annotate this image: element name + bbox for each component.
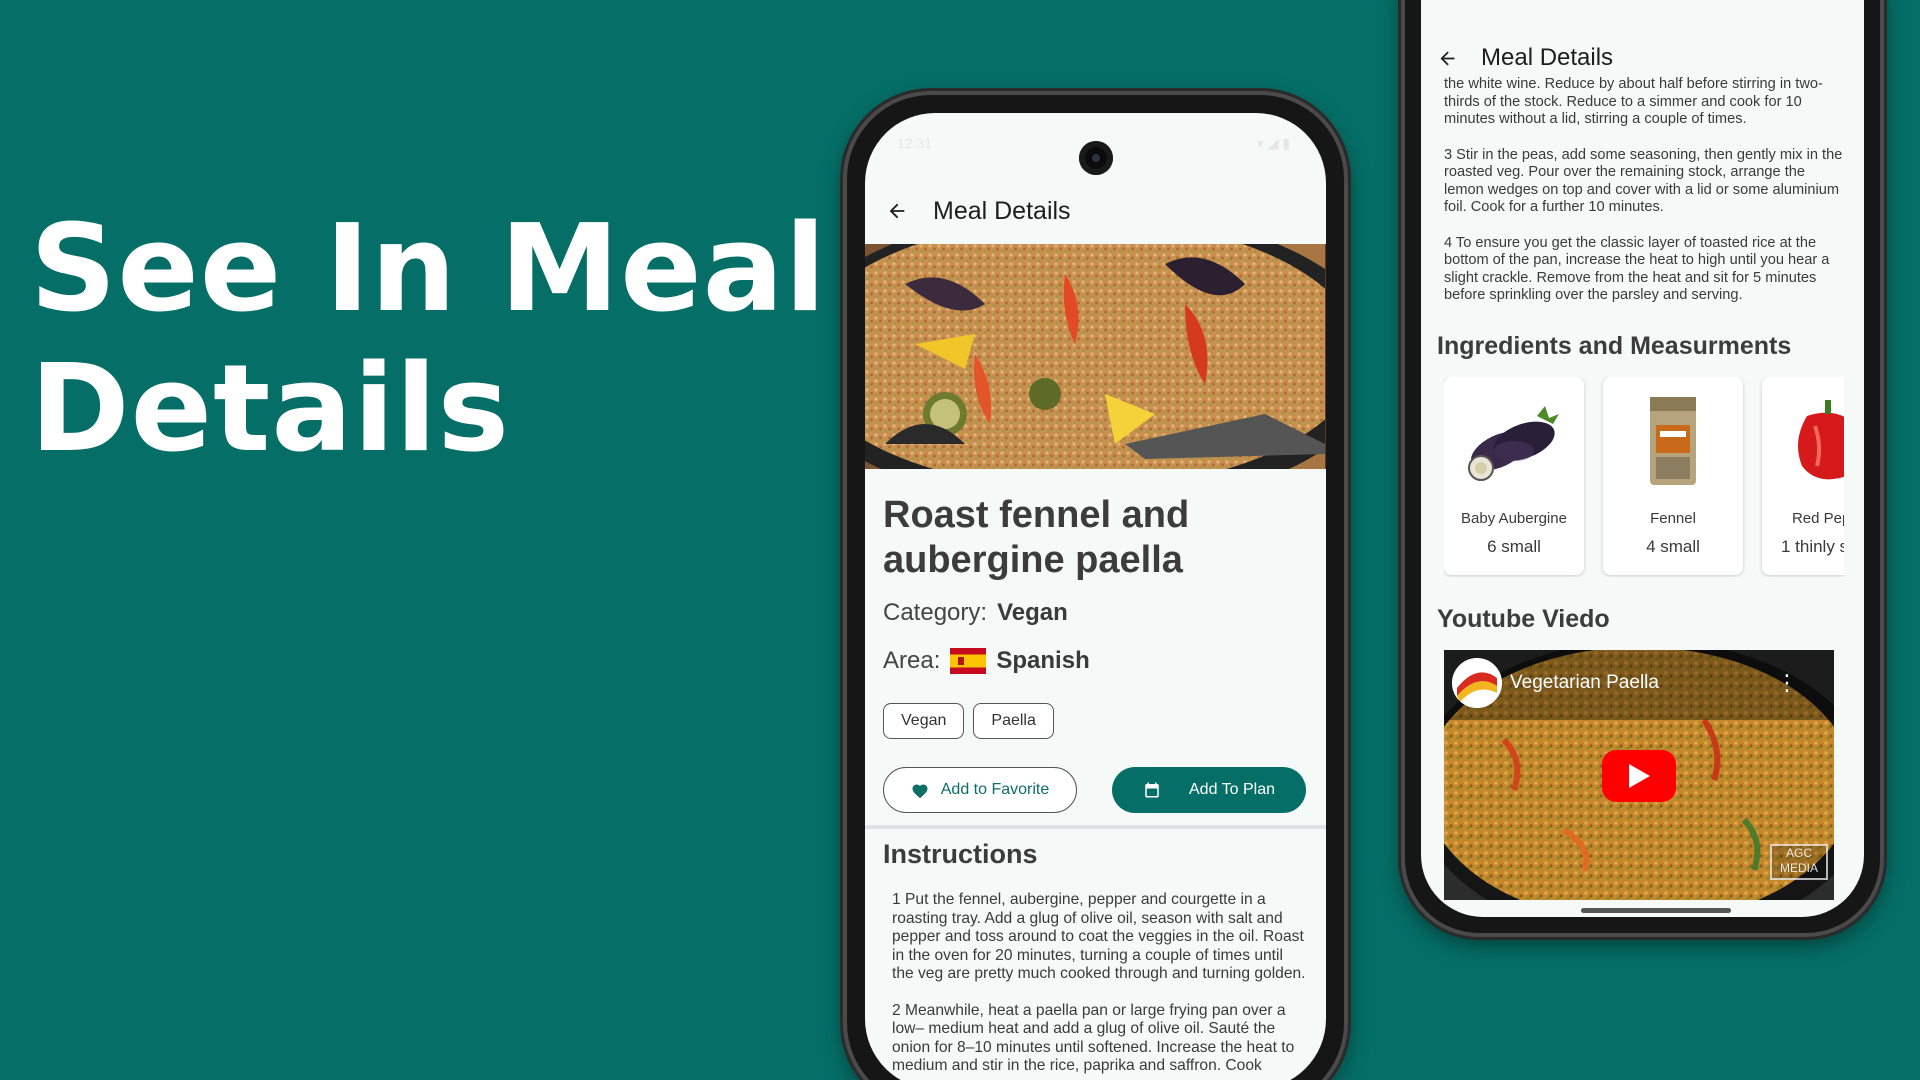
red-pepper-icon	[1762, 391, 1844, 491]
ingredients-heading: Ingredients and Measurments	[1437, 332, 1792, 360]
spain-flag-icon	[950, 648, 987, 674]
tag-chips: Vegan Paella	[883, 703, 1054, 739]
instructions-text: the white wine. Reduce by about half bef…	[1444, 76, 1844, 323]
add-to-favorite-label: Add to Favorite	[940, 781, 1050, 798]
instructions-text: 1 Put the fennel, aubergine, pepper and …	[892, 891, 1307, 1080]
page-title: Meal Details	[1481, 44, 1614, 71]
ingredient-measure: 1 thinly sliced	[1780, 537, 1844, 556]
fennel-seed-bag-icon	[1603, 391, 1743, 491]
home-indicator[interactable]	[1581, 908, 1731, 913]
category-value: Vegan	[997, 599, 1068, 626]
calendar-icon	[1143, 781, 1161, 799]
ingredient-name: Baby Aubergine	[1461, 510, 1567, 527]
area-label: Area:	[883, 647, 941, 674]
youtube-video-player[interactable]: Vegetarian Paella ⋮ AGC MEDIA	[1444, 650, 1834, 900]
video-heading: Youtube Viedo	[1437, 605, 1610, 633]
area-row: Area: Spanish	[883, 647, 1090, 675]
add-to-plan-label: Add To Plan	[1189, 781, 1275, 798]
headline-line-2: Details	[30, 340, 511, 479]
video-title: Vegetarian Paella	[1510, 672, 1659, 693]
ingredient-card[interactable]: Fennel 4 small	[1603, 377, 1743, 575]
instructions-heading: Instructions	[883, 839, 1038, 869]
arrow-back-icon[interactable]	[877, 191, 917, 231]
top-app-bar: Meal Details	[865, 183, 1326, 239]
ingredient-card[interactable]: Baby Aubergine 6 small	[1444, 377, 1584, 575]
instruction-step: 1 Put the fennel, aubergine, pepper and …	[892, 891, 1306, 982]
ingredient-measure: 4 small	[1646, 537, 1700, 556]
promo-headline: See In Meal Details	[30, 200, 830, 480]
category-row: Category: Vegan	[883, 599, 1068, 627]
area-value: Spanish	[996, 647, 1090, 674]
headline-line-1: See In Meal	[30, 200, 827, 339]
meal-image	[865, 244, 1326, 469]
aubergine-icon	[1444, 391, 1584, 491]
ingredient-name: Fennel	[1650, 510, 1696, 527]
phone-left-screen: 12:31 ▾ ◢ ▮ Meal Details Roast fennel an…	[865, 113, 1326, 1080]
status-time: 12:31	[897, 135, 933, 151]
instruction-step: 4 To ensure you get the classic layer of…	[1444, 234, 1830, 304]
play-icon[interactable]	[1602, 750, 1676, 802]
add-to-plan-button[interactable]: Add To Plan	[1112, 767, 1306, 813]
tag-chip[interactable]: Paella	[973, 703, 1054, 739]
ingredient-name: Red Pepper	[1791, 510, 1844, 527]
add-to-favorite-button[interactable]: Add to Favorite	[883, 767, 1077, 813]
phone-right-screen: Meal Details the white wine. Reduce by a…	[1421, 0, 1864, 917]
ingredient-measure: 6 small	[1487, 537, 1541, 556]
category-label: Category:	[883, 599, 988, 626]
ingredient-card[interactable]: Red Pepper 1 thinly sliced	[1762, 377, 1844, 575]
tag-chip[interactable]: Vegan	[883, 703, 965, 739]
page-title: Meal Details	[933, 196, 1071, 225]
front-camera	[1079, 141, 1113, 175]
status-icons: ▾ ◢ ▮	[1256, 135, 1290, 151]
arrow-back-icon[interactable]	[1427, 38, 1467, 78]
phone-right: Meal Details the white wine. Reduce by a…	[1401, 0, 1884, 937]
video-watermark: AGC MEDIA	[1770, 844, 1828, 880]
phone-left: 12:31 ▾ ◢ ▮ Meal Details Roast fennel an…	[843, 91, 1348, 1080]
more-vert-icon[interactable]: ⋮	[1776, 670, 1798, 696]
heart-icon	[911, 782, 929, 799]
meal-title: Roast fennel and aubergine paella	[883, 494, 1190, 581]
section-divider	[865, 825, 1326, 829]
instruction-step: the white wine. Reduce by about half bef…	[1444, 76, 1823, 127]
ingredients-carousel[interactable]: Baby Aubergine 6 small Fennel 4 small Re…	[1444, 377, 1844, 577]
channel-logo	[1452, 658, 1502, 708]
instruction-step: 2 Meanwhile, heat a paella pan or large …	[892, 1001, 1295, 1075]
instruction-step: 3 Stir in the peas, add some seasoning, …	[1444, 146, 1843, 216]
